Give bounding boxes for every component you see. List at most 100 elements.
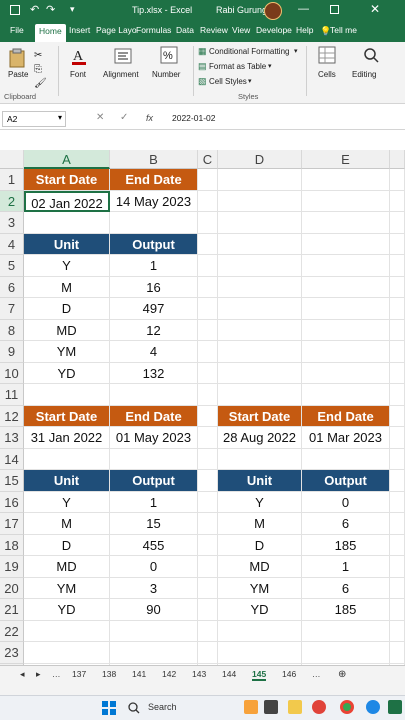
grid-cell[interactable] bbox=[390, 212, 405, 234]
grid-cell[interactable] bbox=[198, 276, 218, 298]
grid-cell[interactable] bbox=[218, 298, 302, 320]
grid-cell[interactable] bbox=[390, 190, 405, 212]
grid-cell[interactable] bbox=[390, 255, 405, 277]
output-cell[interactable]: 1 bbox=[110, 491, 198, 513]
row-header[interactable]: 22 bbox=[0, 620, 24, 642]
next-sheet-icon[interactable]: ▸ bbox=[36, 669, 41, 680]
output-cell[interactable]: 132 bbox=[110, 362, 198, 384]
cells-group[interactable]: Cells bbox=[310, 42, 346, 104]
grid-cell[interactable] bbox=[390, 620, 405, 642]
grid-cell[interactable] bbox=[110, 212, 198, 234]
output-cell[interactable]: 16 bbox=[110, 276, 198, 298]
tab-page-layout[interactable]: Page Layo bbox=[96, 25, 137, 35]
column-header-e[interactable]: E bbox=[302, 150, 390, 169]
grid-cell[interactable] bbox=[198, 448, 218, 470]
unit-cell[interactable]: D bbox=[24, 534, 110, 556]
grid-cell[interactable] bbox=[198, 341, 218, 363]
grid-cell[interactable] bbox=[390, 556, 405, 578]
grid-cell[interactable] bbox=[390, 276, 405, 298]
grid-cell[interactable] bbox=[198, 255, 218, 277]
cancel-icon[interactable]: ✕ bbox=[96, 112, 104, 123]
grid-cell[interactable] bbox=[198, 577, 218, 599]
windows-start-icon[interactable] bbox=[102, 701, 116, 715]
tab-tell-me[interactable]: Tell me bbox=[330, 25, 357, 35]
sheet-tab-active[interactable]: 145 bbox=[252, 669, 267, 681]
unit-cell[interactable]: YD bbox=[218, 599, 302, 621]
grid-cell[interactable] bbox=[198, 212, 218, 234]
tab-review[interactable]: Review bbox=[200, 25, 228, 35]
select-all-corner[interactable] bbox=[0, 150, 24, 169]
unit-cell[interactable]: Y bbox=[24, 255, 110, 277]
app-icon[interactable] bbox=[264, 700, 278, 714]
grid-cell[interactable] bbox=[110, 384, 198, 406]
output-cell[interactable]: 4 bbox=[110, 341, 198, 363]
avatar[interactable] bbox=[264, 2, 282, 20]
grid-cell[interactable] bbox=[198, 642, 218, 664]
column-header-d[interactable]: D bbox=[218, 150, 302, 169]
unit-cell[interactable]: Y bbox=[24, 491, 110, 513]
grid-cell[interactable] bbox=[390, 599, 405, 621]
column-header-a[interactable]: A bbox=[24, 150, 110, 169]
grid-cell[interactable] bbox=[198, 405, 218, 427]
header-cell[interactable]: End Date bbox=[302, 405, 390, 427]
grid-cell[interactable] bbox=[390, 577, 405, 599]
unit-cell[interactable]: MD bbox=[24, 556, 110, 578]
copy-icon[interactable]: ⎘ bbox=[34, 64, 42, 75]
output-cell[interactable]: 12 bbox=[110, 319, 198, 341]
tab-developer[interactable]: Develope bbox=[256, 25, 292, 35]
row-header[interactable]: 8 bbox=[0, 319, 24, 341]
grid-cell[interactable] bbox=[218, 212, 302, 234]
prev-sheet-icon[interactable]: ◂ bbox=[20, 669, 25, 680]
chevron-down-icon[interactable]: ▾ bbox=[58, 113, 62, 122]
insert-function-icon[interactable]: fx bbox=[146, 113, 153, 123]
sheet-tab[interactable]: 144 bbox=[222, 669, 236, 679]
formula-input[interactable]: 2022-01-02 bbox=[172, 113, 215, 123]
minimize-icon[interactable]: — bbox=[298, 3, 309, 15]
grid-cell[interactable] bbox=[302, 169, 390, 191]
grid-cell[interactable] bbox=[198, 470, 218, 492]
conditional-formatting-button[interactable]: Conditional Formatting bbox=[209, 47, 289, 56]
sheet-tab[interactable]: 142 bbox=[162, 669, 176, 679]
row-header[interactable]: 14 bbox=[0, 448, 24, 470]
tab-file[interactable]: File bbox=[10, 25, 24, 35]
grid-cell[interactable] bbox=[302, 642, 390, 664]
sheet-tab[interactable]: 138 bbox=[102, 669, 116, 679]
edge-icon[interactable] bbox=[366, 700, 380, 714]
sheet-tab[interactable]: 143 bbox=[192, 669, 206, 679]
output-cell[interactable]: 1 bbox=[110, 255, 198, 277]
user-name[interactable]: Rabi Gurung bbox=[216, 5, 267, 15]
header-cell[interactable]: Start Date bbox=[218, 405, 302, 427]
enter-icon[interactable]: ✓ bbox=[120, 112, 128, 123]
sheet-tab[interactable]: 141 bbox=[132, 669, 146, 679]
row-header[interactable]: 12 bbox=[0, 405, 24, 427]
grid-cell[interactable] bbox=[302, 255, 390, 277]
sheet-tab[interactable]: 137 bbox=[72, 669, 86, 679]
grid-cell[interactable] bbox=[218, 319, 302, 341]
add-sheet-icon[interactable]: ⊕ bbox=[338, 669, 346, 680]
output-cell[interactable]: 455 bbox=[110, 534, 198, 556]
grid-cell[interactable] bbox=[302, 448, 390, 470]
grid-cell[interactable] bbox=[302, 319, 390, 341]
output-cell[interactable]: 90 bbox=[110, 599, 198, 621]
end-date-cell[interactable]: 01 May 2023 bbox=[110, 427, 198, 449]
grid-cell[interactable] bbox=[302, 212, 390, 234]
folder-icon[interactable] bbox=[288, 700, 302, 714]
output-cell[interactable]: 185 bbox=[302, 534, 390, 556]
grid-cell[interactable] bbox=[198, 620, 218, 642]
grid-cell[interactable] bbox=[390, 534, 405, 556]
row-header[interactable]: 1 bbox=[0, 169, 24, 191]
tab-formulas[interactable]: Formulas bbox=[136, 25, 171, 35]
grid-cell[interactable] bbox=[302, 384, 390, 406]
header-cell[interactable]: Unit bbox=[24, 233, 110, 255]
firefox-icon[interactable] bbox=[312, 700, 326, 714]
number-group[interactable]: % Number bbox=[150, 42, 190, 104]
tab-insert[interactable]: Insert bbox=[69, 25, 90, 35]
header-cell[interactable]: Unit bbox=[218, 470, 302, 492]
unit-cell[interactable]: YD bbox=[24, 362, 110, 384]
grid-cell[interactable] bbox=[302, 233, 390, 255]
unit-cell[interactable]: M bbox=[24, 276, 110, 298]
name-box[interactable]: A2 bbox=[2, 111, 66, 127]
grid-cell[interactable] bbox=[390, 642, 405, 664]
grid-cell[interactable] bbox=[24, 448, 110, 470]
app-icon[interactable] bbox=[244, 700, 258, 714]
